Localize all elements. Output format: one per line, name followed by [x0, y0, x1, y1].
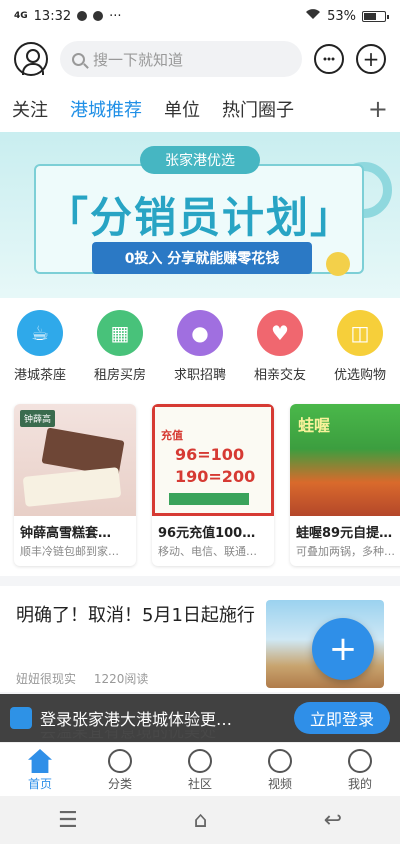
user-avatar-icon[interactable]	[14, 42, 48, 76]
green-strip	[169, 493, 249, 505]
status-time: 13:32	[33, 8, 72, 24]
ice-cream-bar-shape	[22, 467, 122, 507]
category-grid-icon	[108, 749, 132, 773]
nav-video[interactable]: 视频	[240, 743, 320, 796]
recharge-offer-2: 190=200	[175, 467, 256, 486]
nav-mine[interactable]: 我的	[320, 743, 400, 796]
banner-pill: 张家港优选	[140, 146, 260, 174]
nav-label: 分类	[107, 777, 132, 791]
shortcut-label: 相亲交友	[253, 368, 306, 383]
nav-label: 视频	[267, 777, 292, 791]
product-image: 蛙喔	[290, 404, 400, 516]
battery-fill	[364, 12, 376, 20]
add-icon[interactable]: +	[356, 44, 386, 74]
wifi-icon	[305, 8, 321, 24]
category-tabs: 关注 港城推荐 单位 热门圈子 +	[0, 86, 400, 132]
product-desc: 顺丰冷链包邮到家…	[20, 545, 119, 558]
recharge-label: 充值	[161, 429, 183, 442]
article-author: 妞妞很现实	[16, 672, 77, 686]
search-icon	[72, 52, 85, 66]
article-reads: 1220阅读	[93, 672, 149, 686]
app-logo-icon	[10, 707, 32, 729]
signal-icon: 4G	[14, 10, 28, 21]
product-desc: 移动、电信、联通…	[158, 545, 257, 558]
obscured-article-text: 芸温某宜有意境的优美处	[40, 730, 217, 741]
battery-percent: 53%	[327, 8, 356, 24]
nav-category[interactable]: 分类	[80, 743, 160, 796]
product-name: 钟薛高雪糕套…	[20, 526, 112, 541]
person-icon: ●	[177, 310, 223, 356]
app-header: 搜一下就知道 +	[0, 32, 400, 86]
recharge-offer-1: 96=100	[175, 445, 245, 464]
tab-follow[interactable]: 关注	[12, 96, 48, 122]
add-tab-icon[interactable]: +	[368, 95, 388, 123]
status-bar: 4G 13:32 ··· 53%	[0, 0, 400, 32]
login-button[interactable]: 立即登录	[294, 702, 390, 734]
search-placeholder: 搜一下就知道	[93, 50, 184, 69]
message-icon[interactable]	[314, 44, 344, 74]
shortcut-grid: ☕ 港城茶座 ▦ 租房买房 ● 求职招聘 ♥ 相亲交友 ◫ 优选购物	[0, 298, 400, 392]
heart-chat-icon: ♥	[257, 310, 303, 356]
shortcut-housing[interactable]: ▦ 租房买房	[80, 298, 160, 392]
nav-home[interactable]: 首页	[0, 743, 80, 796]
brand-logo: 蛙喔	[298, 416, 331, 435]
home-icon	[28, 749, 52, 773]
product-image: 充值 96=100 190=200	[152, 404, 274, 516]
product-carousel: 钟薛高 钟薛高雪糕套… 顺丰冷链包邮到家… 充值 96=100 190=200 …	[0, 392, 400, 576]
tab-hot-circles[interactable]: 热门圈子	[222, 96, 294, 122]
back-icon[interactable]: ↩	[324, 808, 342, 833]
shortcut-tea-house[interactable]: ☕ 港城茶座	[0, 298, 80, 392]
shopping-bag-icon: ◫	[337, 310, 383, 356]
brand-logo: 钟薛高	[20, 410, 56, 427]
floating-add-button[interactable]: +	[312, 618, 374, 680]
menu-icon[interactable]: ☰	[58, 808, 78, 833]
product-desc: 可叠加两锅，多种…	[296, 545, 395, 558]
product-name: 蛙喔89元自提…	[296, 526, 393, 541]
shortcut-label: 港城茶座	[13, 368, 66, 383]
shortcut-label: 租房买房	[93, 368, 146, 383]
profile-icon	[348, 749, 372, 773]
product-card[interactable]: 充值 96=100 190=200 96元充值100… 移动、电信、联通…	[152, 404, 274, 566]
building-icon: ▦	[97, 310, 143, 356]
play-icon	[268, 749, 292, 773]
product-image: 钟薛高	[14, 404, 136, 516]
nav-label: 社区	[187, 777, 212, 791]
search-bar[interactable]: 搜一下就知道	[60, 41, 302, 77]
shortcut-label: 优选购物	[333, 368, 386, 383]
banner-subtitle: 0投入 分享就能赚零花钱	[92, 242, 312, 274]
nav-label: 首页	[27, 777, 52, 791]
shortcut-label: 求职招聘	[173, 368, 226, 383]
battery-icon	[362, 10, 389, 22]
weather-notification-icon	[93, 11, 104, 21]
product-name: 96元充值100…	[158, 526, 256, 541]
login-prompt-text: 登录张家港大港城体验更…	[40, 710, 233, 729]
more-notifications-icon: ···	[109, 8, 122, 24]
banner-ball-decoration	[326, 252, 350, 276]
product-card[interactable]: 蛙喔 蛙喔89元自提… 可叠加两锅，多种…	[290, 404, 400, 566]
product-card[interactable]: 钟薛高 钟薛高雪糕套… 顺丰冷链包邮到家…	[14, 404, 136, 566]
promo-banner[interactable]: 张家港优选 「分销员计划」 0投入 分享就能赚零花钱	[0, 132, 400, 298]
bottom-navigation: 首页 分类 社区 视频 我的	[0, 742, 400, 796]
article-meta: 妞妞很现实 1220阅读	[16, 670, 162, 687]
system-navigation-bar: ☰ ⌂ ↩	[0, 796, 400, 844]
article-title: 明确了！取消！5月1日起施行	[16, 605, 255, 626]
nav-community[interactable]: 社区	[160, 743, 240, 796]
home-system-icon[interactable]: ⌂	[194, 808, 208, 833]
banner-title: 「分销员计划」	[45, 193, 354, 242]
app-notification-icon	[77, 11, 88, 21]
tab-unit[interactable]: 单位	[164, 96, 200, 122]
tea-cup-icon: ☕	[17, 310, 63, 356]
shortcut-dating[interactable]: ♥ 相亲交友	[240, 298, 320, 392]
nav-label: 我的	[347, 777, 372, 791]
shortcut-shopping[interactable]: ◫ 优选购物	[320, 298, 400, 392]
shortcut-jobs[interactable]: ● 求职招聘	[160, 298, 240, 392]
community-icon	[188, 749, 212, 773]
tab-recommend[interactable]: 港城推荐	[70, 96, 142, 122]
